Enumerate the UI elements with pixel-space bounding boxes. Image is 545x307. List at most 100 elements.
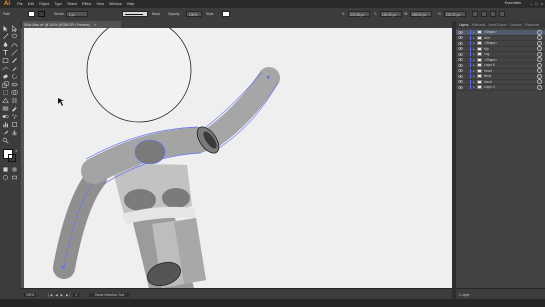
shoulder-joint[interactable] (134, 139, 166, 165)
layer-name[interactable]: Leg (484, 52, 489, 56)
magic-wand-tool-icon[interactable] (2, 33, 9, 40)
expand-chevron-icon[interactable]: ▸ (472, 30, 476, 34)
drawing-mode-icon[interactable] (2, 174, 9, 181)
menu-help[interactable]: Help (127, 2, 134, 6)
canvas-area[interactable] (21, 28, 452, 288)
menu-file[interactable]: File (17, 2, 23, 6)
w-field[interactable]: 269.02 px (410, 11, 432, 17)
tab-libraries[interactable]: Libraries (509, 23, 521, 27)
layer-name[interactable]: <Shape> (484, 58, 497, 62)
status-tool-display[interactable]: Direct Selection Tool (89, 292, 131, 297)
lock-toggle[interactable] (465, 63, 469, 67)
align-icon[interactable] (481, 11, 487, 17)
target-circle-icon[interactable] (537, 46, 542, 52)
lock-toggle[interactable] (465, 80, 469, 84)
close-button[interactable]: × (541, 1, 543, 6)
lock-toggle[interactable] (465, 69, 469, 73)
color-mode-icon[interactable] (2, 166, 9, 173)
visibility-eye-icon[interactable] (458, 58, 463, 62)
artboard-tool-icon[interactable] (11, 121, 18, 128)
visibility-eye-icon[interactable] (458, 47, 463, 51)
perspective-grid-tool-icon[interactable] (2, 97, 9, 104)
opacity-field[interactable]: 100% (186, 11, 202, 17)
layer-name[interactable]: Head (484, 69, 492, 73)
shape-builder-tool-icon[interactable] (11, 89, 18, 96)
h-field[interactable]: 230.21 px (444, 11, 466, 17)
anchor-point[interactable] (267, 76, 270, 79)
lock-toggle[interactable] (465, 74, 469, 78)
tab-asset-export[interactable]: Asset Export (488, 23, 506, 27)
layer-row[interactable]: ▸ Layer 4 (456, 84, 545, 91)
pencil-tool-icon[interactable] (11, 65, 18, 72)
head-circle[interactable] (86, 28, 192, 123)
target-circle-icon[interactable] (537, 62, 542, 68)
x-field[interactable]: 473.08 px (348, 11, 370, 17)
visibility-eye-icon[interactable] (458, 52, 463, 56)
layer-name[interactable]: Layer 4 (484, 85, 495, 89)
menu-select[interactable]: Select (67, 2, 77, 6)
y-field[interactable]: 184.02 px (380, 11, 402, 17)
layer-name[interactable]: <Shape> (484, 41, 497, 45)
maximize-button[interactable]: □ (535, 1, 537, 6)
expand-chevron-icon[interactable]: ▸ (472, 74, 476, 78)
visibility-eye-icon[interactable] (458, 80, 463, 84)
symbol-sprayer-tool-icon[interactable] (11, 113, 18, 120)
visibility-eye-icon[interactable] (458, 36, 463, 40)
document-tab[interactable]: Stick-Man.ai* @ 200% (RGB/GPU Preview) × (21, 21, 121, 28)
slice-tool-icon[interactable] (2, 129, 9, 136)
layer-name[interactable]: Layer 6 (484, 63, 495, 67)
expand-chevron-icon[interactable]: ▸ (472, 69, 476, 73)
target-circle-icon[interactable] (537, 73, 542, 79)
workspace-switcher[interactable]: Essentials (505, 1, 521, 5)
menu-edit[interactable]: Edit (28, 2, 34, 6)
target-circle-icon[interactable] (537, 29, 542, 35)
menu-view[interactable]: View (96, 2, 104, 6)
lock-toggle[interactable] (465, 41, 469, 45)
target-circle-icon[interactable] (537, 51, 542, 57)
selection-tool-icon[interactable] (2, 25, 9, 32)
paintbrush-tool-icon[interactable] (11, 57, 18, 64)
minimize-button[interactable]: – (530, 1, 532, 6)
lock-toggle[interactable] (465, 36, 469, 40)
free-transform-tool-icon[interactable] (2, 89, 9, 96)
right-arm-shape[interactable] (198, 67, 280, 151)
mesh-tool-icon[interactable] (11, 97, 18, 104)
menu-object[interactable]: Object (39, 2, 49, 6)
type-tool-icon[interactable] (2, 49, 9, 56)
rotate-tool-icon[interactable] (11, 73, 18, 80)
lock-toggle[interactable] (465, 58, 469, 62)
stroke-profile-dropdown[interactable] (122, 11, 148, 17)
target-circle-icon[interactable] (537, 84, 542, 90)
expand-chevron-icon[interactable]: ▸ (472, 36, 476, 40)
graphic-style-swatch[interactable] (222, 11, 230, 17)
tab-properties[interactable]: Properties (525, 23, 540, 27)
artboard-number-field[interactable]: 1 (73, 292, 80, 297)
visibility-eye-icon[interactable] (458, 41, 463, 45)
lock-toggle[interactable] (465, 52, 469, 56)
tab-layers[interactable]: Layers (459, 23, 469, 27)
rectangle-tool-icon[interactable] (2, 57, 9, 64)
expand-chevron-icon[interactable]: ▸ (472, 80, 476, 84)
expand-chevron-icon[interactable]: ▸ (472, 63, 476, 67)
width-tool-icon[interactable] (11, 81, 18, 88)
opacity-label[interactable]: Opacity (168, 12, 180, 16)
zoom-level-field[interactable]: 200% (24, 292, 37, 297)
direct-selection-tool-icon[interactable] (11, 25, 18, 33)
expand-chevron-icon[interactable]: ▸ (472, 52, 476, 56)
artboard-navigation[interactable]: |◀ ◀ ▶ ▶| (48, 293, 71, 297)
target-circle-icon[interactable] (537, 57, 542, 63)
visibility-eye-icon[interactable] (458, 30, 463, 34)
target-circle-icon[interactable] (537, 35, 542, 41)
graph-tool-icon[interactable] (2, 121, 9, 128)
swap-colors-icon[interactable]: ↺ (15, 149, 19, 153)
pen-tool-icon[interactable] (2, 41, 9, 48)
lasso-tool-icon[interactable] (11, 33, 18, 40)
gradient-tool-icon[interactable] (2, 105, 9, 112)
anchor-point[interactable] (62, 266, 65, 269)
lock-toggle[interactable] (465, 30, 469, 34)
target-circle-icon[interactable] (537, 79, 542, 85)
menu-window[interactable]: Window (109, 2, 122, 6)
blend-tool-icon[interactable] (2, 113, 9, 120)
eraser-tool-icon[interactable] (2, 73, 9, 80)
close-tab-icon[interactable]: × (94, 23, 96, 27)
